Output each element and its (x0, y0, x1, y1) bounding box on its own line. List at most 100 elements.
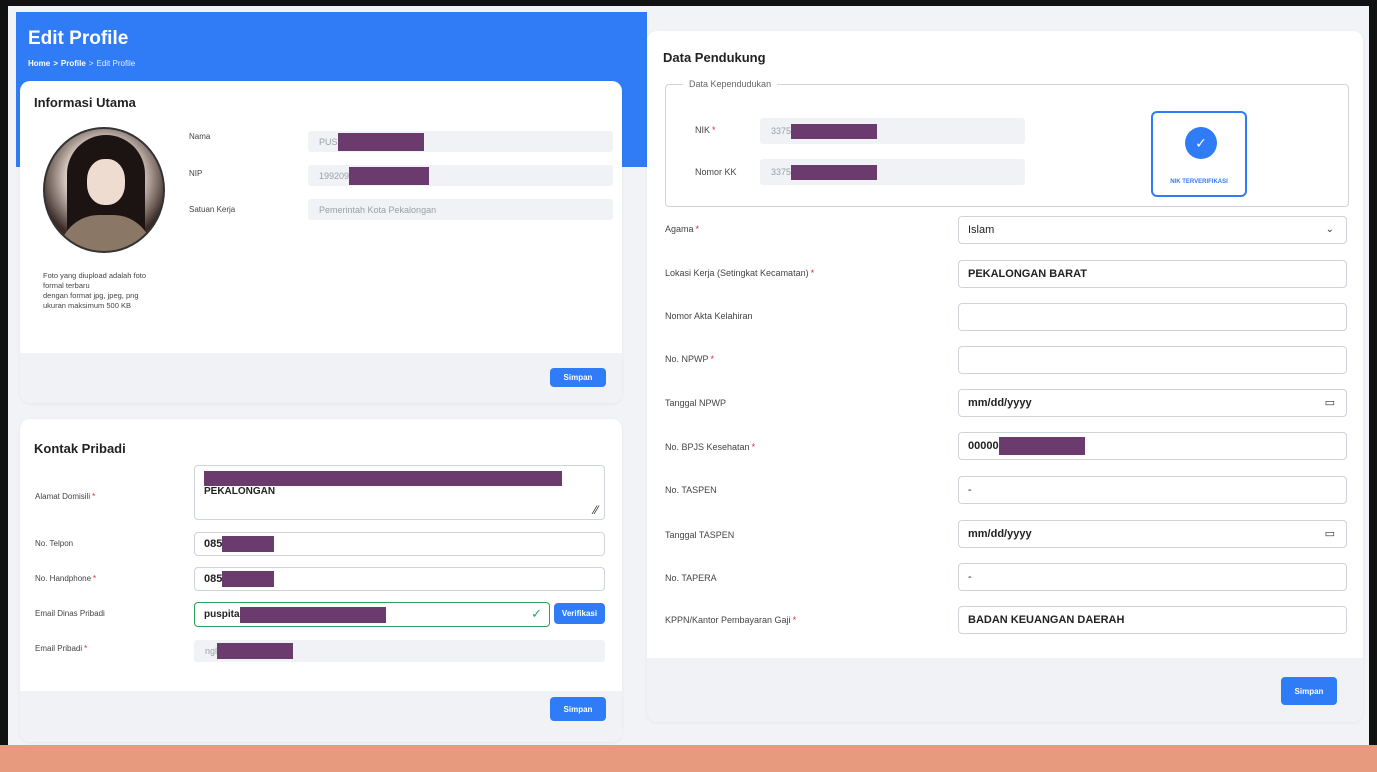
nomor-kk-label: Nomor KK (695, 167, 737, 177)
nip-field: 199209 (308, 165, 613, 186)
bpjs-value: 00000 (968, 440, 999, 452)
save-button[interactable]: Simpan (1281, 677, 1337, 705)
taspen-input[interactable]: - (958, 476, 1347, 504)
satuan-kerja-value: Pemerintah Kota Pekalongan (319, 204, 437, 215)
verifikasi-button[interactable]: Verifikasi (554, 603, 605, 624)
nik-label: NIK * (695, 125, 716, 135)
breadcrumb-home[interactable]: Home (28, 59, 50, 68)
photo-note: Foto yang diupload adalah foto formal te… (43, 271, 173, 311)
email-pribadi-field: ngl (194, 640, 605, 662)
data-pendukung-title: Data Pendukung (663, 50, 766, 65)
agama-label: Agama * (665, 224, 700, 234)
breadcrumb: Home > Profile > Edit Profile (28, 59, 135, 68)
redaction (998, 437, 1085, 455)
photo-note-line: Foto yang diupload adalah foto (43, 271, 146, 280)
lokasi-kerja-value: PEKALONGAN BARAT (968, 268, 1087, 280)
photo-note-line: dengan format jpg, jpeg, png (43, 291, 139, 300)
photo-note-line: ukuran maksimum 500 KB (43, 301, 131, 310)
tanggal-taspen-label: Tanggal TASPEN (665, 530, 735, 540)
redaction (791, 164, 878, 180)
kppn-value: BADAN KEUANGAN DAERAH (968, 614, 1125, 626)
redaction (239, 606, 386, 623)
satuan-kerja-label: Satuan Kerja (189, 205, 236, 214)
card-footer (20, 353, 622, 403)
bottom-bar (0, 745, 1377, 772)
akta-kelahiran-label: Nomor Akta Kelahiran (665, 311, 753, 321)
handphone-value: 085 (204, 573, 223, 585)
page-title: Edit Profile (28, 28, 129, 49)
photo-note-line: formal terbaru (43, 281, 90, 290)
handphone-input[interactable]: 085 (194, 567, 605, 591)
email-dinas-label: Email Dinas Pribadi (35, 609, 105, 618)
alamat-value: PEKALONGAN (204, 486, 276, 497)
verified-check-icon: ✓ (1185, 127, 1217, 159)
redaction (222, 571, 275, 587)
breadcrumb-separator: > (88, 59, 94, 68)
redaction (222, 536, 275, 552)
email-pribadi-label: Email Pribadi * (35, 644, 88, 653)
tanggal-taspen-value: mm/dd/yyyy (968, 528, 1032, 540)
tanggal-npwp-value: mm/dd/yyyy (968, 397, 1032, 409)
kontak-pribadi-title: Kontak Pribadi (34, 441, 126, 456)
redaction (349, 166, 430, 185)
profile-photo[interactable] (43, 127, 165, 253)
handphone-label: No. Handphone * (35, 574, 97, 583)
npwp-label: No. NPWP * (665, 354, 715, 364)
nama-label: Nama (189, 132, 211, 141)
calendar-icon[interactable]: ▭ (1325, 527, 1335, 540)
taspen-label: No. TASPEN (665, 485, 717, 495)
check-icon: ✓ (531, 606, 542, 621)
save-button[interactable]: Simpan (550, 368, 606, 387)
breadcrumb-profile[interactable]: Profile (61, 59, 86, 68)
nik-value: 3375 (771, 126, 792, 136)
nik-verified-badge: ✓ NIK TERVERIFIKASI (1151, 111, 1247, 197)
redaction (204, 471, 562, 486)
kppn-input[interactable]: BADAN KEUANGAN DAERAH (958, 606, 1347, 634)
email-dinas-input[interactable]: puspita ✓ (194, 602, 550, 627)
alamat-textarea[interactable]: PEKALONGAN ⁄⁄ (194, 465, 605, 520)
nip-label: NIP (189, 169, 203, 178)
bpjs-input[interactable]: 00000 (958, 432, 1347, 460)
telpon-label: No. Telpon (35, 539, 74, 548)
data-kependudukan-legend: Data Kependudukan (683, 79, 778, 89)
lokasi-kerja-label: Lokasi Kerja (Setingkat Kecamatan) * (665, 268, 815, 278)
tanggal-taspen-input[interactable]: mm/dd/yyyy ▭ (958, 520, 1347, 548)
email-pribadi-value: ngl (205, 646, 218, 656)
app-window: Edit Profile Home > Profile > Edit Profi… (0, 0, 1377, 745)
lokasi-kerja-input[interactable]: PEKALONGAN BARAT (958, 260, 1347, 288)
kppn-label: KPPN/Kantor Pembayaran Gaji * (665, 615, 797, 625)
telpon-input[interactable]: 085 (194, 532, 605, 556)
breadcrumb-current: Edit Profile (96, 59, 136, 68)
nomor-kk-value: 3375 (771, 167, 792, 177)
save-button[interactable]: Simpan (550, 697, 606, 721)
nomor-kk-field: 3375 (760, 159, 1025, 185)
redaction (217, 643, 294, 659)
tapera-value: - (968, 571, 972, 583)
taspen-value: - (968, 484, 972, 496)
calendar-icon[interactable]: ▭ (1325, 396, 1335, 409)
tanggal-npwp-label: Tanggal NPWP (665, 398, 727, 408)
akta-kelahiran-input[interactable] (958, 303, 1347, 331)
breadcrumb-separator: > (53, 59, 58, 68)
agama-select[interactable]: Islam ⌄ (958, 216, 1347, 244)
satuan-kerja-field: Pemerintah Kota Pekalongan (308, 199, 613, 220)
nik-field: 3375 (760, 118, 1025, 144)
nama-field: PUS (308, 131, 613, 152)
bpjs-label: No. BPJS Kesehatan * (665, 442, 756, 452)
tapera-label: No. TAPERA (665, 573, 717, 583)
verified-text: NIK TERVERIFIKASI (1170, 179, 1228, 185)
agama-value: Islam (968, 224, 995, 236)
redaction (337, 132, 424, 151)
tanggal-npwp-input[interactable]: mm/dd/yyyy ▭ (958, 389, 1347, 417)
resize-handle-icon[interactable]: ⁄⁄ (594, 503, 598, 517)
card-footer (647, 658, 1363, 722)
alamat-label: Alamat Domisili * (35, 492, 96, 501)
informasi-utama-title: Informasi Utama (34, 95, 136, 110)
telpon-value: 085 (204, 538, 223, 550)
tapera-input[interactable]: - (958, 563, 1347, 591)
redaction (791, 123, 878, 139)
email-dinas-value: puspita (204, 609, 240, 620)
card-footer (20, 691, 622, 742)
npwp-input[interactable] (958, 346, 1347, 374)
chevron-down-icon: ⌄ (1325, 224, 1334, 235)
